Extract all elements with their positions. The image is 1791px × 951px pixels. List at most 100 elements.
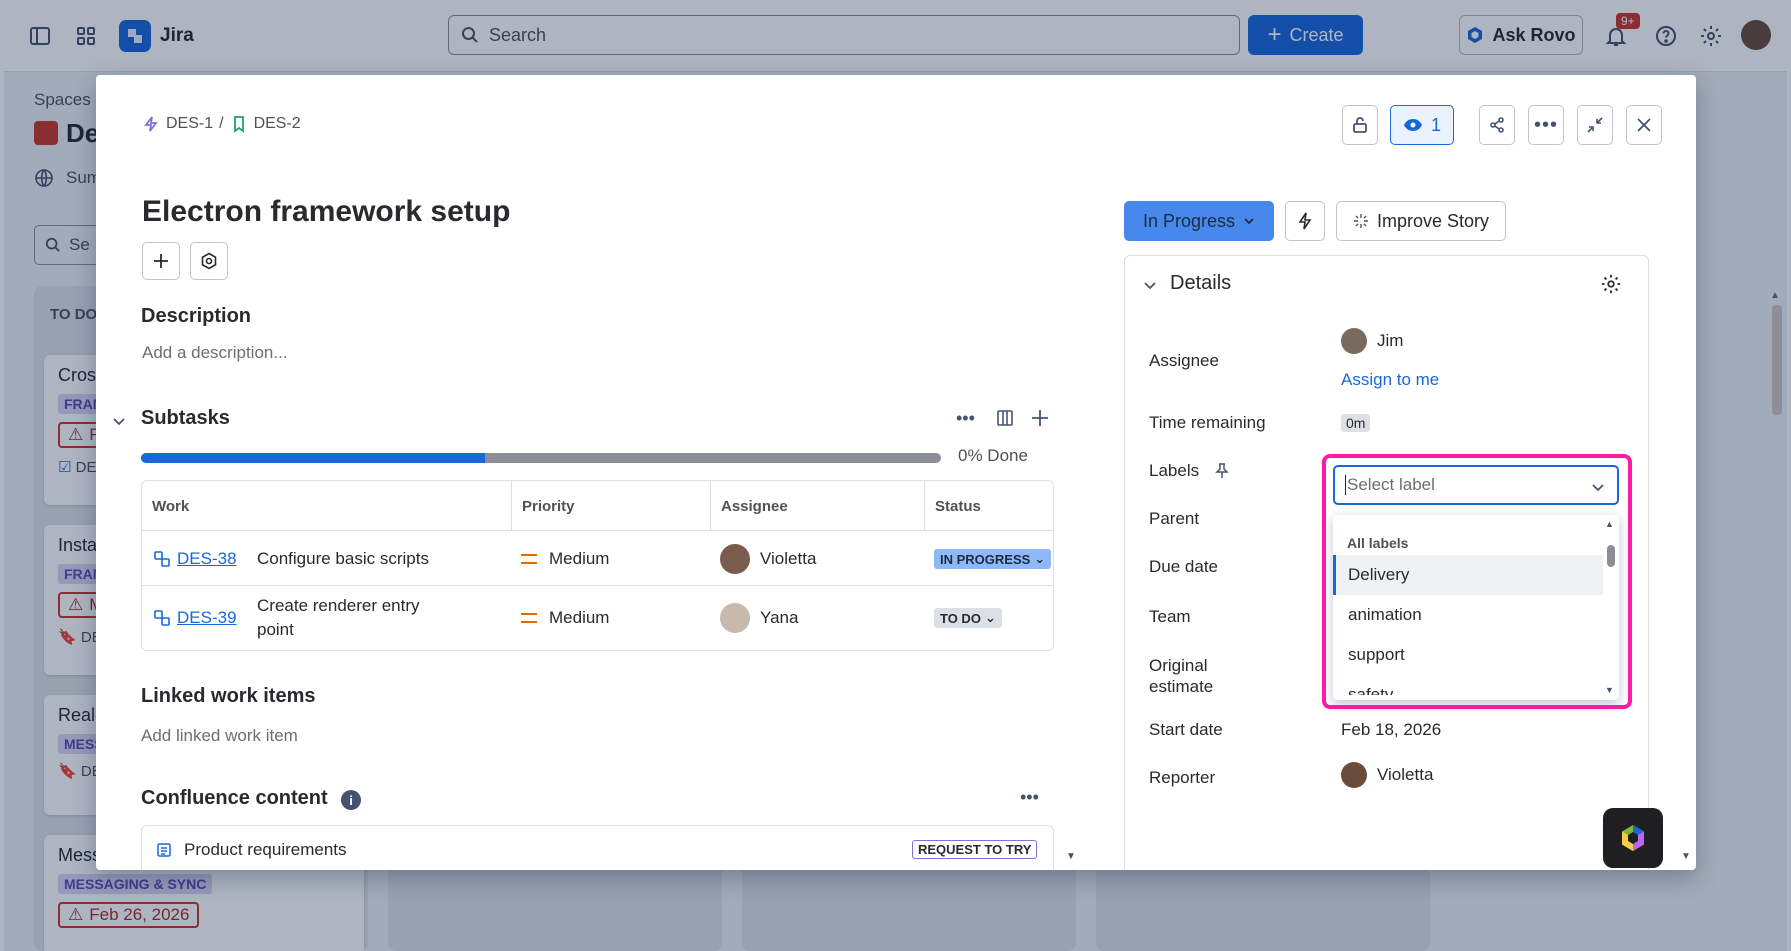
progress-text: 0% Done [958, 446, 1028, 465]
lightning-bolt-icon [1298, 212, 1312, 230]
column-header-assignee[interactable]: Assignee [710, 481, 924, 531]
sparkle-icon [1353, 214, 1368, 228]
status-dropdown[interactable]: IN PROGRESS ⌄ [934, 549, 1052, 569]
start-date-value[interactable]: Feb 18, 2026 [1341, 720, 1441, 740]
scroll-down-arrow-icon[interactable]: ▼ [1681, 851, 1691, 862]
time-remaining-label: Time remaining [1149, 413, 1266, 432]
page-scrollbar-thumb[interactable] [1772, 305, 1782, 415]
assign-to-me-link[interactable]: Assign to me [1341, 370, 1439, 390]
info-icon[interactable]: i [341, 790, 361, 810]
watch-button[interactable]: 1 [1390, 105, 1454, 145]
reporter-value[interactable]: Violetta [1341, 762, 1433, 788]
unlock-icon [1353, 117, 1367, 133]
subtasks-progress-bar [141, 453, 941, 463]
subtask-key-link[interactable]: DES-38 [177, 549, 237, 569]
medium-priority-icon [521, 613, 537, 623]
original-estimate-label: Original estimate [1149, 655, 1213, 697]
assignee-name: Jim [1377, 331, 1404, 350]
column-header-work[interactable]: Work [142, 481, 511, 531]
details-settings-gear-icon[interactable] [1600, 273, 1622, 300]
share-button[interactable] [1479, 105, 1515, 145]
work-item-title[interactable]: Electron framework setup [142, 195, 510, 229]
confluence-heading: Confluence content [141, 787, 328, 809]
summary-line: point [257, 620, 294, 639]
hexagon-settings-icon [201, 252, 217, 270]
scroll-down-arrow-icon[interactable]: ▼ [1066, 851, 1076, 862]
due-date-label: Due date [1149, 557, 1218, 576]
chevron-down-icon: ⌄ [1034, 551, 1046, 566]
subtask-summary[interactable]: Create renderer entry point [257, 594, 420, 642]
chevron-down-icon: ⌄ [984, 610, 996, 625]
labels-label: Labels [1149, 461, 1200, 480]
breadcrumb-separator: / [219, 115, 224, 132]
more-dots-icon: ••• [1533, 114, 1558, 136]
subtasks-heading[interactable]: Subtasks [141, 407, 230, 430]
minimize-arrows-icon [1587, 117, 1603, 133]
assignee-value[interactable]: Jim [1341, 328, 1403, 354]
restrictions-button[interactable] [1342, 105, 1378, 145]
add-subtask-plus-icon[interactable] [1030, 408, 1050, 433]
subtasks-more-icon[interactable]: ••• [956, 408, 975, 429]
pin-icon[interactable] [1215, 463, 1229, 484]
rovo-chat-button[interactable] [1603, 808, 1663, 868]
parent-key-link[interactable]: DES-1 [166, 115, 213, 133]
summary-line: Create renderer entry [257, 596, 420, 615]
collapse-chevron-icon[interactable] [112, 414, 126, 433]
subtask-priority[interactable]: Medium [521, 533, 609, 585]
linked-work-items-heading: Linked work items [141, 685, 316, 707]
request-to-try-badge[interactable]: REQUEST TO TRY [912, 840, 1038, 859]
time-remaining-value[interactable]: 0m [1341, 414, 1371, 432]
improve-story-label: Improve Story [1376, 210, 1490, 231]
label-line: Original [1149, 656, 1208, 675]
subtask-summary[interactable]: Configure basic scripts [257, 533, 429, 585]
apps-button[interactable] [190, 242, 228, 280]
parent-label: Parent [1149, 509, 1200, 528]
subtask-assignee[interactable]: Yana [720, 586, 798, 650]
improve-story-button[interactable]: Improve Story [1336, 201, 1506, 241]
team-label: Team [1149, 607, 1191, 626]
subtask-priority[interactable]: Medium [521, 586, 609, 650]
plus-icon [154, 254, 168, 268]
scroll-up-arrow-icon[interactable]: ▲ [1770, 290, 1780, 301]
status-dropdown[interactable]: TO DO ⌄ [934, 608, 1002, 628]
progress-fill [141, 453, 485, 463]
add-linked-work-item[interactable]: Add linked work item [141, 726, 298, 746]
assignee-name: Violetta [760, 549, 817, 568]
subtask-key-link[interactable]: DES-39 [177, 608, 237, 628]
start-date-label: Start date [1149, 720, 1223, 739]
table-row[interactable]: DES-38 Configure basic scripts Medium Vi… [142, 533, 1053, 585]
collapse-chevron-icon[interactable] [1143, 278, 1157, 297]
status-transition-button[interactable]: In Progress [1124, 201, 1274, 241]
work-item-modal: DES-1 / DES-2 1 ••• Electron framework s… [96, 75, 1696, 870]
table-row[interactable]: DES-39 Create renderer entry point Mediu… [142, 585, 1053, 650]
more-actions-button[interactable]: ••• [1528, 105, 1564, 145]
column-header-priority[interactable]: Priority [511, 481, 710, 531]
subtask-assignee[interactable]: Violetta [720, 533, 816, 585]
column-header-status[interactable]: Status [924, 481, 1053, 531]
details-heading[interactable]: Details [1170, 272, 1231, 295]
status-button-label: In Progress [1142, 210, 1236, 231]
close-button[interactable] [1626, 105, 1662, 145]
confluence-item[interactable]: Product requirements REQUEST TO TRY [141, 825, 1054, 870]
subtask-icon [154, 586, 170, 650]
table-header: Work Priority Assignee Status [142, 481, 1053, 531]
avatar [1341, 762, 1367, 788]
label-line: estimate [1149, 677, 1214, 696]
priority-text: Medium [549, 608, 610, 627]
automation-button[interactable] [1285, 201, 1325, 241]
assignee-label: Assignee [1149, 351, 1219, 370]
close-icon [1637, 118, 1651, 132]
columns-icon[interactable] [996, 409, 1014, 432]
minimize-button[interactable] [1577, 105, 1613, 145]
reporter-name: Violetta [1377, 765, 1434, 784]
reporter-label: Reporter [1149, 768, 1216, 787]
add-button[interactable] [142, 242, 180, 280]
description-placeholder[interactable]: Add a description... [142, 343, 288, 363]
avatar [720, 603, 750, 633]
subtasks-table: Work Priority Assignee Status DES-38 Con… [141, 480, 1054, 651]
assignee-name: Yana [760, 608, 799, 627]
rovo-logo-icon [1622, 825, 1644, 851]
current-key-link[interactable]: DES-2 [254, 115, 301, 133]
confluence-more-icon[interactable]: ••• [1020, 787, 1039, 808]
document-icon [156, 842, 172, 863]
